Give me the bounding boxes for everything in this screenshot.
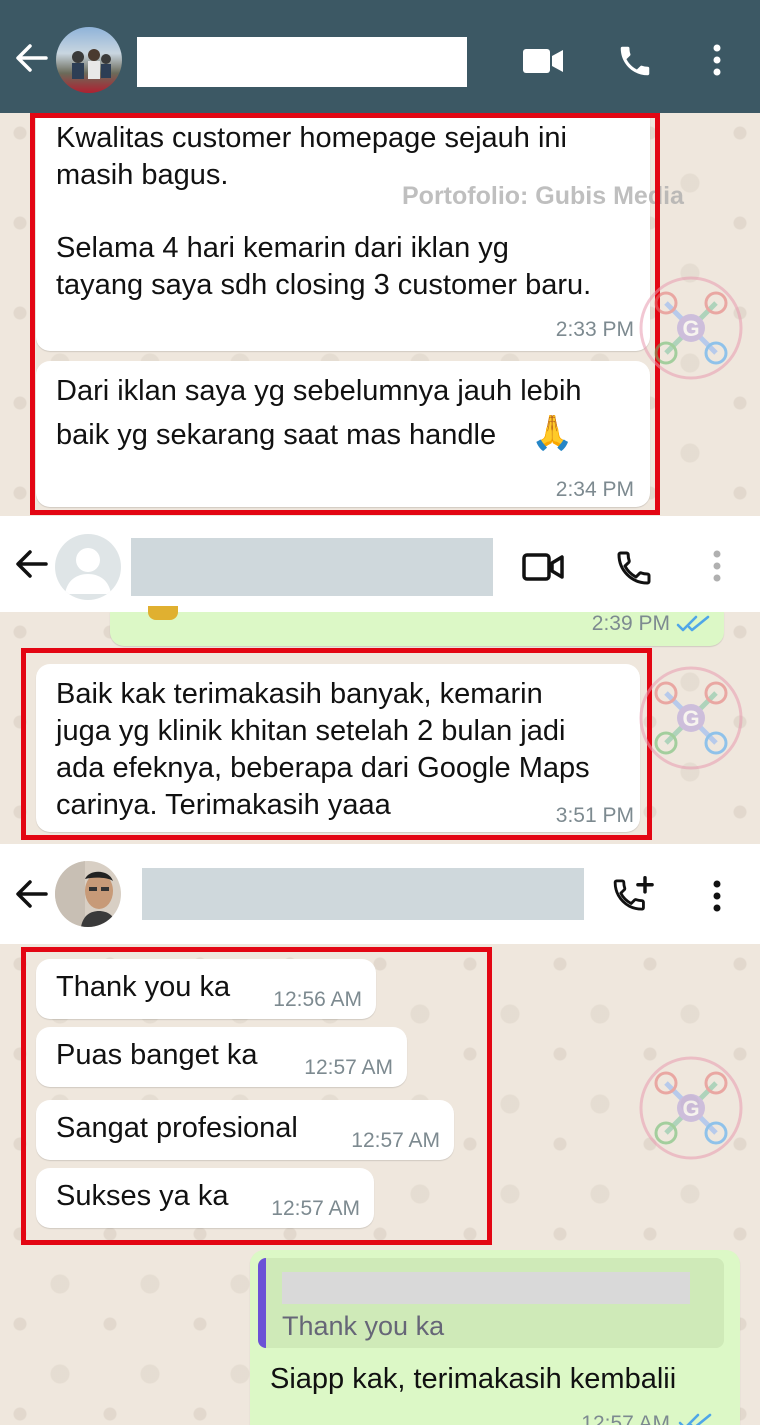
watermark-text: Portofolio: Gubis Media	[402, 182, 684, 210]
incoming-message[interactable]: Kwalitas customer homepage sejauh ini ma…	[36, 113, 650, 351]
message-timestamp: 2:39 PM	[591, 612, 670, 635]
message-timestamp: 12:57 AM	[581, 1412, 670, 1425]
chat-header-2	[0, 516, 760, 612]
message-text-line: masih bagus.	[56, 159, 229, 191]
message-text: Siapp kak, terimakasih kembalii	[270, 1363, 677, 1395]
message-timestamp: 12:57 AM	[351, 1129, 440, 1152]
voice-call-icon[interactable]	[616, 42, 654, 80]
contact-avatar[interactable]	[56, 27, 122, 93]
gubis-logo-watermark-icon: G	[639, 276, 743, 380]
chat-header-1	[0, 0, 760, 113]
message-text: Puas banget ka	[56, 1039, 258, 1071]
message-text-line: juga yg klinik khitan setelah 2 bulan ja…	[56, 715, 566, 747]
gubis-logo-watermark-icon: G	[639, 1056, 743, 1160]
quoted-text: Thank you ka	[282, 1311, 445, 1341]
message-text-line: tayang saya sdh closing 3 customer baru.	[56, 269, 592, 301]
message-text-line: baik yg sekarang saat mas handle	[56, 419, 497, 451]
message-timestamp: 12:57 AM	[304, 1056, 393, 1079]
message-text-line: Selama 4 hari kemarin dari iklan yg	[56, 232, 509, 264]
chat-header-3	[0, 844, 760, 944]
incoming-message[interactable]: Baik kak terimakasih banyak, kemarin jug…	[36, 664, 640, 832]
incoming-message[interactable]: Dari iklan saya yg sebelumnya jauh lebih…	[36, 361, 650, 507]
contact-name-redacted[interactable]	[131, 538, 493, 596]
incoming-message[interactable]: Puas banget ka 12:57 AM	[36, 1027, 407, 1087]
praying-hands-emoji-partial	[148, 606, 178, 620]
read-ticks-icon	[678, 1413, 712, 1425]
quoted-message[interactable]: Thank you ka	[258, 1258, 724, 1348]
more-options-icon[interactable]	[710, 878, 724, 914]
incoming-message[interactable]: Sangat profesional 12:57 AM	[36, 1100, 454, 1160]
message-text-line: Dari iklan saya yg sebelumnya jauh lebih	[56, 375, 582, 407]
contact-avatar[interactable]	[55, 861, 121, 927]
svg-text:G: G	[682, 706, 699, 731]
message-text: Sangat profesional	[56, 1112, 298, 1144]
incoming-message[interactable]: Thank you ka 12:56 AM	[36, 959, 376, 1019]
message-timestamp: 3:51 PM	[555, 804, 634, 827]
read-ticks-icon	[676, 615, 710, 632]
quoted-sender-redacted	[282, 1272, 690, 1304]
back-arrow-icon[interactable]	[14, 40, 50, 76]
back-arrow-icon[interactable]	[14, 876, 50, 912]
contact-name-redacted[interactable]	[137, 37, 467, 87]
video-call-icon[interactable]	[522, 46, 564, 76]
outgoing-reply-message[interactable]: Thank you ka Siapp kak, terimakasih kemb…	[250, 1250, 740, 1425]
more-options-icon[interactable]	[710, 548, 724, 584]
back-arrow-icon[interactable]	[14, 546, 50, 582]
message-text-line: ada efeknya, beberapa dari Google Maps	[56, 752, 590, 784]
contact-avatar-placeholder[interactable]	[55, 534, 121, 600]
quote-accent-bar	[258, 1258, 266, 1348]
video-call-icon[interactable]	[522, 552, 564, 582]
message-timestamp: 12:56 AM	[273, 988, 362, 1011]
contact-name-redacted[interactable]	[142, 868, 584, 920]
outgoing-message-partial[interactable]: 2:39 PM	[110, 606, 724, 646]
message-text-line: Kwalitas customer homepage sejauh ini	[56, 122, 567, 154]
incoming-message[interactable]: Sukses ya ka 12:57 AM	[36, 1168, 374, 1228]
message-timestamp: 12:57 AM	[271, 1197, 360, 1220]
message-text: Sukses ya ka	[56, 1180, 229, 1212]
svg-text:G: G	[682, 316, 699, 341]
praying-hands-emoji: 🙏	[531, 414, 574, 452]
voice-call-icon[interactable]	[614, 548, 654, 588]
message-timestamp: 2:34 PM	[555, 478, 634, 501]
add-call-icon[interactable]	[612, 874, 656, 916]
message-text: Thank you ka	[56, 971, 231, 1003]
svg-text:G: G	[682, 1096, 699, 1121]
message-timestamp: 2:33 PM	[555, 318, 634, 341]
gubis-logo-watermark-icon: G	[639, 666, 743, 770]
message-text-line: Baik kak terimakasih banyak, kemarin	[56, 678, 543, 710]
message-text-line: carinya. Terimakasih yaaa	[56, 789, 391, 821]
more-options-icon[interactable]	[710, 42, 724, 78]
